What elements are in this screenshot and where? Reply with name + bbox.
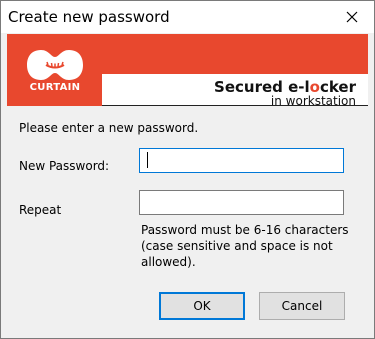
- instruction-text: Please enter a new password.: [19, 121, 199, 135]
- close-button[interactable]: [330, 1, 374, 33]
- new-password-field[interactable]: [139, 148, 344, 173]
- title-bar: Create new password: [1, 1, 374, 33]
- password-rules-hint: Password must be 6-16 characters (case s…: [141, 223, 349, 269]
- dialog-title: Create new password: [8, 8, 170, 26]
- curtain-logo-icon: [27, 50, 83, 80]
- ok-button[interactable]: OK: [159, 292, 245, 320]
- create-password-dialog: Create new password CURTAIN Secured e-lo…: [0, 0, 375, 339]
- cancel-button[interactable]: Cancel: [259, 292, 345, 320]
- banner-divider: [102, 105, 368, 106]
- brand-banner: CURTAIN Secured e-locker in workstation: [7, 34, 368, 108]
- repeat-password-label: Repeat: [19, 203, 62, 217]
- repeat-password-field[interactable]: [139, 190, 344, 215]
- close-icon: [346, 11, 358, 23]
- text-caret: [147, 152, 148, 168]
- new-password-label: New Password:: [19, 159, 110, 173]
- logo-text: CURTAIN: [29, 82, 81, 93]
